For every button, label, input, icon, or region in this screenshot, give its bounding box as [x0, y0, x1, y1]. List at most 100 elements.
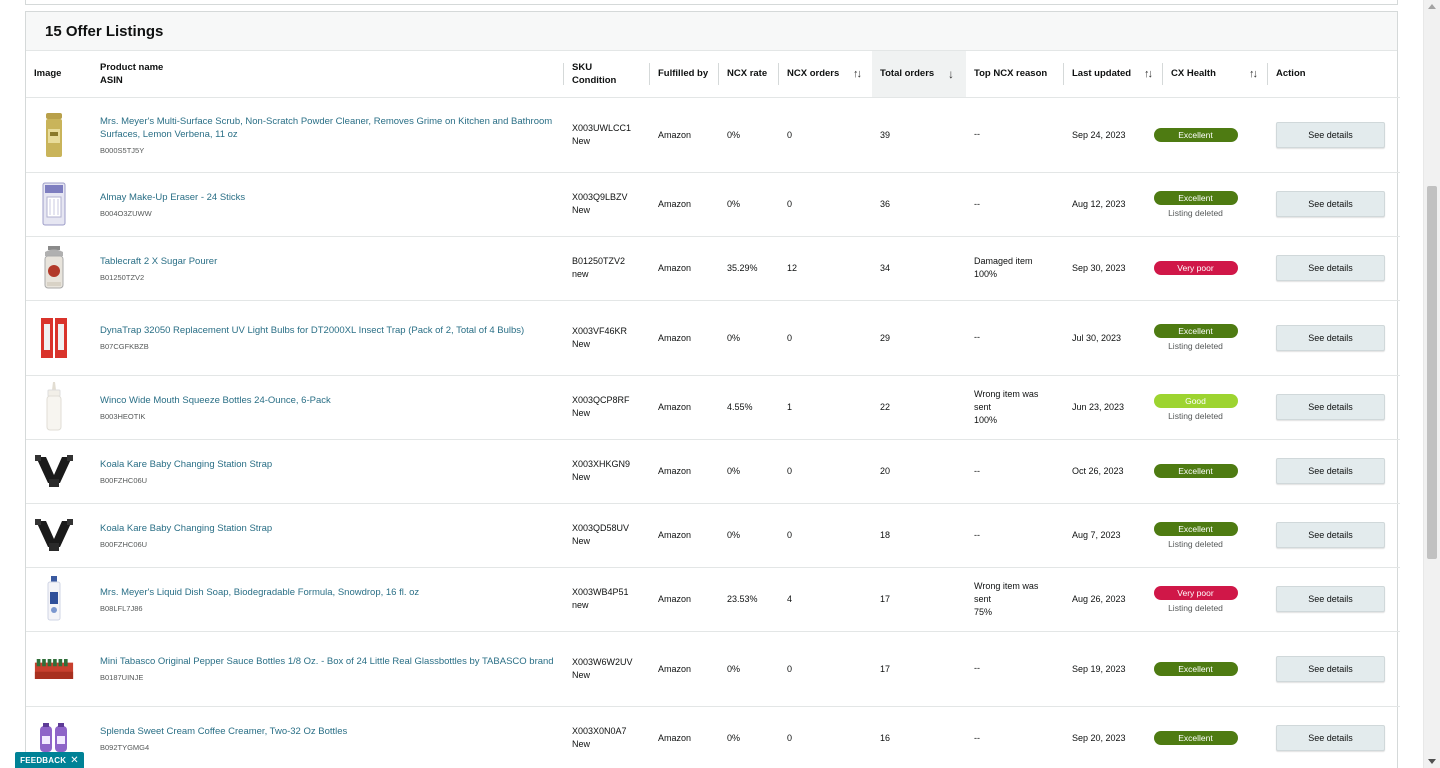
fulfilled-by-cell: Amazon — [650, 375, 719, 440]
ncx-rate-cell: 0% — [719, 97, 779, 173]
see-details-button[interactable]: See details — [1276, 324, 1385, 351]
col-ncx-orders[interactable]: NCX orders ↑↓ — [779, 51, 872, 98]
see-details-button[interactable]: See details — [1276, 394, 1385, 420]
ncx-rate-cell: 0% — [719, 300, 779, 376]
spacer-cell — [1397, 172, 1400, 237]
total-orders-cell: 22 — [872, 375, 966, 440]
sort-arrows-icon[interactable]: ↑↓ — [1144, 68, 1153, 80]
ncx-rate-cell: 0% — [719, 706, 779, 768]
previous-panel-edge — [25, 0, 1398, 5]
product-cell: Splenda Sweet Cream Coffee Creamer, Two-… — [92, 706, 564, 768]
ncx-rate-cell: 0% — [719, 172, 779, 237]
col-last-updated[interactable]: Last updated ↑↓ — [1064, 51, 1163, 98]
see-details-button[interactable]: See details — [1276, 121, 1385, 148]
table-row: Mrs. Meyer's Multi-Surface Scrub, Non-Sc… — [26, 97, 1400, 173]
product-name-link[interactable]: Koala Kare Baby Changing Station Strap — [100, 522, 556, 535]
ncx-rate-cell: 0% — [719, 503, 779, 568]
ncx-orders-cell: 12 — [779, 236, 872, 301]
fulfilled-by-cell: Amazon — [650, 97, 719, 173]
last-updated-cell: Sep 24, 2023 — [1064, 97, 1163, 173]
strap-image[interactable] — [34, 511, 74, 559]
cx-health-badge: Very poor — [1153, 261, 1238, 275]
strap-image[interactable] — [34, 447, 74, 495]
vertical-scrollbar[interactable] — [1423, 0, 1440, 768]
see-details-button[interactable]: See details — [1276, 725, 1385, 751]
scroll-up-arrow-icon[interactable] — [1428, 4, 1436, 9]
condition-text: New — [572, 739, 591, 749]
top-ncx-reason-cell: -- — [966, 300, 1064, 376]
powder-canister-image[interactable] — [34, 111, 74, 159]
last-updated-cell: Sep 30, 2023 — [1064, 236, 1163, 301]
spacer-cell — [1397, 706, 1400, 768]
product-name-link[interactable]: Mini Tabasco Original Pepper Sauce Bottl… — [100, 655, 556, 668]
close-icon[interactable]: ✕ — [70, 755, 79, 766]
table-body: Mrs. Meyer's Multi-Surface Scrub, Non-Sc… — [26, 97, 1400, 768]
top-ncx-reason-cell: -- — [966, 172, 1064, 237]
product-cell: Mini Tabasco Original Pepper Sauce Bottl… — [92, 631, 564, 707]
col-total-orders[interactable]: Total orders ↓ — [872, 51, 966, 98]
uv-bulbs-image[interactable] — [34, 314, 74, 362]
ncx-orders-cell: 0 — [779, 300, 872, 376]
top-ncx-reason-cell: -- — [966, 503, 1064, 568]
see-details-button[interactable]: See details — [1276, 586, 1385, 612]
sort-arrows-icon[interactable]: ↑↓ — [1249, 68, 1258, 80]
total-orders-cell: 17 — [872, 567, 966, 632]
table-row: Winco Wide Mouth Squeeze Bottles 24-Ounc… — [26, 375, 1400, 440]
product-name-link[interactable]: Koala Kare Baby Changing Station Strap — [100, 458, 556, 471]
ncx-rate-cell: 0% — [719, 631, 779, 707]
squeeze-bottle-image[interactable] — [34, 382, 74, 431]
see-details-button[interactable]: See details — [1276, 522, 1385, 548]
col-cx-health[interactable]: CX Health ↑↓ — [1163, 51, 1268, 98]
see-details-button[interactable]: See details — [1276, 191, 1385, 217]
see-details-button[interactable]: See details — [1276, 255, 1385, 281]
table-row: Mini Tabasco Original Pepper Sauce Bottl… — [26, 631, 1400, 707]
sku-text: X003W6W2UV — [572, 656, 633, 667]
product-name-link[interactable]: Almay Make-Up Eraser - 24 Sticks — [100, 191, 556, 204]
product-name-link[interactable]: Winco Wide Mouth Squeeze Bottles 24-Ounc… — [100, 394, 556, 407]
cx-health-cell: Excellent — [1153, 631, 1268, 707]
sku-cell: B01250TZV2 new — [564, 236, 650, 301]
listing-deleted-text: Listing deleted — [1168, 341, 1223, 351]
dish-soap-image[interactable] — [34, 575, 74, 623]
last-updated-cell: Jul 30, 2023 — [1064, 300, 1163, 376]
product-name-link[interactable]: Tablecraft 2 X Sugar Pourer — [100, 255, 556, 268]
product-name-link[interactable]: Mrs. Meyer's Liquid Dish Soap, Biodegrad… — [100, 586, 556, 599]
product-cell: Mrs. Meyer's Multi-Surface Scrub, Non-Sc… — [92, 97, 564, 173]
tabasco-box-image[interactable] — [34, 645, 74, 693]
table-row: Tablecraft 2 X Sugar Pourer B01250TZV2 B… — [26, 236, 1400, 301]
condition-text: New — [572, 205, 591, 215]
total-orders-cell: 16 — [872, 706, 966, 768]
sku-text: X003QD58UV — [572, 523, 630, 533]
product-image-cell — [26, 97, 92, 173]
spacer-cell — [1397, 631, 1400, 707]
col-ncx-rate: NCX rate — [719, 51, 779, 98]
sort-descending-icon[interactable]: ↓ — [948, 67, 954, 81]
product-name-link[interactable]: Mrs. Meyer's Multi-Surface Scrub, Non-Sc… — [100, 115, 556, 141]
total-orders-cell: 39 — [872, 97, 966, 173]
see-details-button[interactable]: See details — [1276, 458, 1385, 484]
cx-health-cell: Excellent — [1153, 706, 1268, 768]
ncx-orders-cell: 0 — [779, 631, 872, 707]
ncx-orders-cell: 1 — [779, 375, 872, 440]
product-name-link[interactable]: Splenda Sweet Cream Coffee Creamer, Two-… — [100, 725, 556, 738]
listing-deleted-text: Listing deleted — [1168, 538, 1223, 549]
sugar-pourer-image[interactable] — [34, 244, 74, 292]
offer-listings-card: 15 Offer Listings Image Product name ASIN… — [25, 11, 1400, 768]
sku-cell: X003Q9LBZV New — [564, 172, 650, 237]
product-name-link[interactable]: DynaTrap 32050 Replacement UV Light Bulb… — [100, 324, 556, 337]
fulfilled-by-cell: Amazon — [650, 706, 719, 768]
product-image-cell — [26, 300, 92, 376]
scrollbar-thumb[interactable] — [1427, 186, 1437, 559]
spacer-cell — [1397, 236, 1400, 301]
makeup-eraser-image[interactable] — [34, 180, 74, 228]
top-ncx-reason-cell: -- — [966, 631, 1064, 707]
sort-arrows-icon[interactable]: ↑↓ — [853, 68, 862, 80]
total-orders-cell: 18 — [872, 503, 966, 568]
action-cell: See details — [1268, 567, 1397, 632]
col-top-ncx-reason: Top NCX reason — [966, 51, 1064, 98]
condition-text: New — [572, 472, 591, 482]
condition-text: New — [572, 669, 591, 680]
feedback-tab[interactable]: FEEDBACK ✕ — [15, 752, 84, 768]
scroll-down-arrow-icon[interactable] — [1428, 759, 1436, 764]
see-details-button[interactable]: See details — [1276, 655, 1385, 682]
